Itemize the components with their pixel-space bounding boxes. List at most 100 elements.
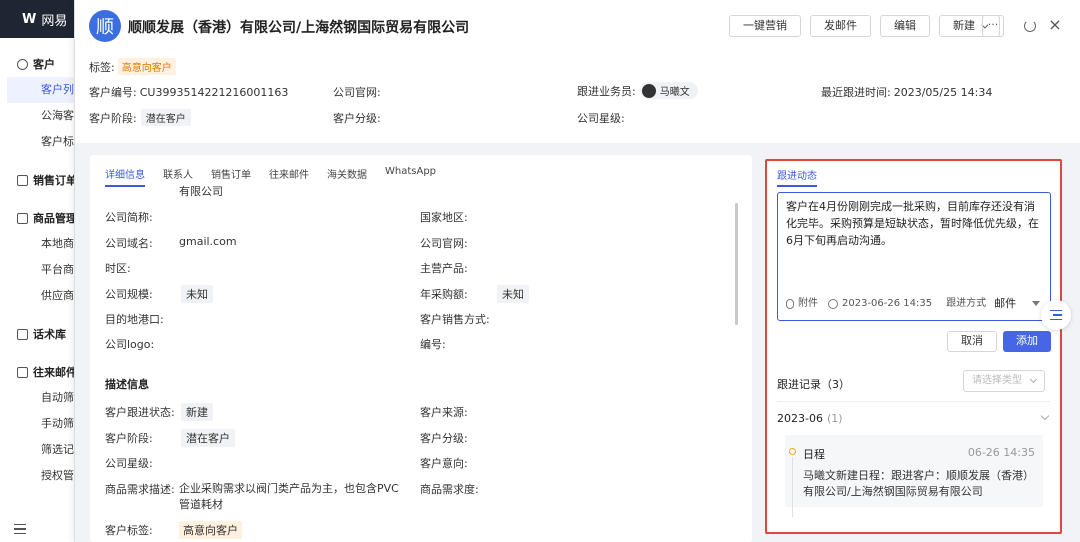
new-label: 新建 [953,19,975,32]
scale-label: 公司规模: [105,288,153,301]
domain-label: 公司域名: [105,237,153,250]
country-label: 国家地区: [420,211,468,224]
port-label: 目的地港口: [105,313,164,326]
collapse-menu-icon[interactable] [14,524,26,534]
last-follow-field: 最近跟进时间: 2023/05/25 14:34 [821,85,993,100]
mail-icon [17,366,28,378]
scrollbar[interactable] [735,203,738,325]
desc-section-title: 描述信息 [105,378,149,391]
follow-up-textarea[interactable]: 客户在4月份刚刚完成一批采购，目前库存还没有消化完毕。采购预算是短缺状态，暂时降… [777,192,1051,321]
app-name: 网易 [41,13,68,29]
follow-up-text: 客户在4月份刚刚完成一批采购，目前库存还没有消化完毕。采购预算是短缺状态，暂时降… [786,200,1039,247]
edit-button[interactable]: 编辑 [880,15,930,37]
main-products-label: 主营产品: [420,262,468,275]
customer-detail-drawer: 顺 顺顺发展（香港）有限公司/上海然钢国际贸易有限公司 一键营销 发邮件 编辑 … [75,0,1080,542]
stage-badge: 潜在客户 [140,109,191,126]
menu-lines-icon [1050,310,1062,320]
follow-up-meta: 附件 2023-06-26 14:35 跟进方式 邮件 [786,295,1040,312]
more-button[interactable]: ··· [982,15,1004,37]
method-value[interactable]: 邮件 [994,295,1016,312]
sidebar-item-authorization[interactable]: 授权管理 [0,463,74,489]
month-group[interactable]: 2023-06 (1) [777,412,843,425]
detail-card: 详细信息 联系人 销售订单 往来邮件 海关数据 WhatsApp 有限公司 公司… [90,155,752,542]
detail-tabs: 详细信息 联系人 销售订单 往来邮件 海关数据 WhatsApp [105,166,436,187]
paperclip-icon[interactable] [786,298,794,309]
sidebar-item-suppliers[interactable]: 供应商管理 [0,283,74,309]
sidebar-group-scripts[interactable]: 话术库 [0,321,74,347]
short-name-label: 公司简称: [105,211,153,224]
attach-label[interactable]: 附件 [798,295,818,312]
follow-up-panel: 跟进动态 客户在4月份刚刚完成一批采购，目前库存还没有消化完毕。采购预算是短缺状… [765,159,1062,534]
panel-toggle-handle[interactable] [1041,300,1071,330]
website-label: 公司官网: [420,237,468,250]
cancel-button[interactable]: 取消 [947,331,997,352]
tag-label: 标签: [89,60,115,74]
clock-icon [828,298,838,309]
send-email-button[interactable]: 发邮件 [810,15,871,37]
sidebar-item-filter-records[interactable]: 筛选记录 [0,437,74,463]
grade-field: 客户分级: [333,112,381,125]
record-type-select[interactable]: 请选择类型 [963,370,1045,392]
app-logo: W [22,11,37,27]
record-description: 马曦文新建日程：跟进客户：顺顺发展（香港）有限公司/上海然钢国际贸易有限公司 [803,469,1034,498]
add-button[interactable]: 添加 [1003,331,1051,352]
tab-details[interactable]: 详细信息 [105,166,145,187]
customer-tag-value: 高意向客户 [179,521,242,539]
desc-stage-value: 潜在客户 [181,429,235,447]
tab-whatsapp[interactable]: WhatsApp [385,166,436,187]
book-icon [17,328,28,340]
cube-icon [17,212,28,224]
sidebar-item-customer-tags[interactable]: 客户标签 [0,129,74,155]
record-type-placeholder: 请选择类型 [972,375,1022,386]
tag-row: 标签: 高意向客户 [89,58,176,75]
logo-label: 公司logo: [105,338,155,351]
record-type: 日程 [803,448,825,461]
divider [777,401,1051,402]
sidebar-item-auto-filter[interactable]: 自动筛选 [0,385,74,411]
domain-value: gmail.com [179,235,237,248]
need-level-label: 商品需求度: [420,483,479,496]
chevron-down-icon[interactable] [1032,301,1040,306]
user-icon [17,58,28,70]
desc-stage-label: 客户阶段: [105,432,153,445]
website-field: 公司官网: [333,86,381,99]
sidebar-group-sales-orders[interactable]: 销售订单 [0,167,74,193]
sidebar-item-customer-list[interactable]: 客户列表 [7,77,74,103]
follow-records-title: 跟进记录（3） [777,378,850,391]
sidebar-item-platform-products[interactable]: 平台商品 [0,257,74,283]
close-icon[interactable]: × [1048,17,1062,33]
tab-customs[interactable]: 海关数据 [327,166,367,187]
sales-chip[interactable]: 马曦文 [639,82,698,99]
sidebar-item-public-customers[interactable]: 公海客户 [0,103,74,129]
tab-emails[interactable]: 往来邮件 [269,166,309,187]
app-sidebar: W 网易 客户 客户列表 公海客户 客户标签 销售订单 商品管理 本地商品 平台… [0,0,75,542]
code-label: 编号: [420,338,446,351]
chevron-down-icon [1029,375,1038,384]
sidebar-group-products[interactable]: 商品管理 [0,205,74,231]
timeline-dot [789,448,796,455]
sales-method-label: 客户销售方式: [420,313,490,326]
need-desc-label: 商品需求描述: [105,483,175,496]
purchase-value: 未知 [497,285,529,303]
status-label: 客户跟进状态: [105,406,175,419]
company-name: 顺顺发展（香港）有限公司/上海然钢国际贸易有限公司 [128,20,470,36]
tab-follow-updates[interactable]: 跟进动态 [777,167,817,187]
follow-up-datetime[interactable]: 2023-06-26 14:35 [842,295,932,312]
sidebar-group-emails[interactable]: 往来邮件 [0,359,74,385]
chevron-down-icon[interactable] [1040,411,1050,421]
record-time: 06-26 14:35 [967,446,1035,459]
sidebar-group-customer[interactable]: 客户 [0,51,74,77]
timezone-label: 时区: [105,262,131,275]
follow-record-card[interactable]: 日程 06-26 14:35 马曦文新建日程：跟进客户：顺顺发展（香港）有限公司… [785,435,1043,517]
desc-grade-label: 客户分级: [420,432,468,445]
sidebar-item-manual-filter[interactable]: 手动筛选 [0,411,74,437]
refresh-icon[interactable] [1024,20,1036,32]
stage-field: 客户阶段: 潜在客户 [89,109,191,126]
one-click-marketing-button[interactable]: 一键营销 [729,15,801,37]
sidebar-item-local-products[interactable]: 本地商品 [0,231,74,257]
desc-star-label: 公司星级: [105,457,153,470]
star-field: 公司星级: [577,112,625,125]
need-desc-value: 企业采购需求以阀门类产品为主，也包含PVC管道耗材 [179,482,399,511]
intent-label: 客户意向: [420,457,468,470]
customer-tag-label: 客户标签: [105,524,153,537]
